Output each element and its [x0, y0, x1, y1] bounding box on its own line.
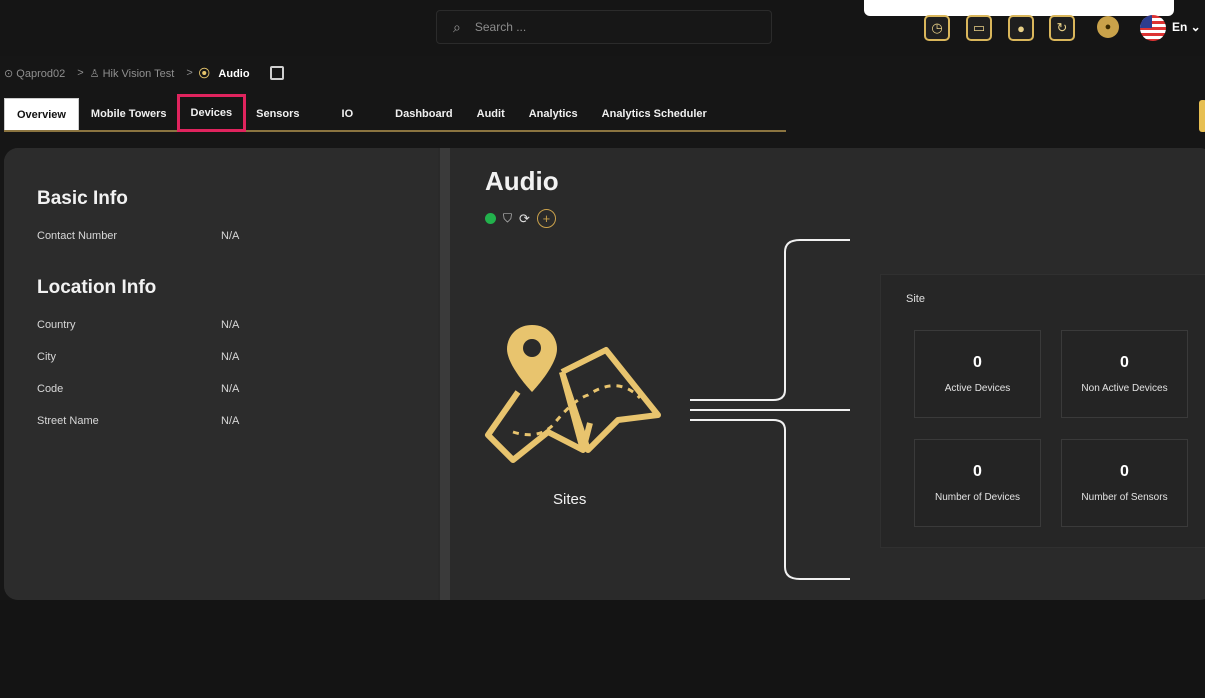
- basic-info-title: Basic Info: [37, 188, 128, 209]
- non-active-devices-card[interactable]: 0 Non Active Devices: [1061, 330, 1188, 418]
- street-name-value: N/A: [221, 415, 240, 427]
- tab-bar: Overview Mobile Towers Devices Sensors I…: [4, 94, 786, 132]
- number-of-sensors-label: Number of Sensors: [1081, 492, 1168, 503]
- search-icon: ⌕: [453, 18, 461, 35]
- country-value: N/A: [221, 319, 240, 331]
- tab-io[interactable]: IO: [330, 98, 384, 130]
- tab-audit[interactable]: Audit: [465, 98, 517, 130]
- tab-devices[interactable]: Devices: [176, 94, 247, 132]
- number-of-devices-card[interactable]: 0 Number of Devices: [914, 439, 1041, 527]
- code-value: N/A: [221, 383, 240, 395]
- tab-sensors[interactable]: Sensors: [244, 98, 329, 130]
- city-label: City: [37, 351, 56, 363]
- sites-label: Sites: [553, 491, 587, 508]
- popup-strip: [864, 0, 1174, 16]
- breadcrumb-item-root[interactable]: ⊙ Qaprod02: [4, 67, 71, 80]
- contact-number-value: N/A: [221, 230, 240, 242]
- page-title: Audio: [485, 166, 559, 196]
- country-label: Country: [37, 319, 76, 331]
- number-of-sensors-card[interactable]: 0 Number of Sensors: [1061, 439, 1188, 527]
- info-panel: [4, 148, 438, 600]
- avatar[interactable]: ●: [1097, 16, 1119, 38]
- site-connector-lines: [690, 239, 850, 580]
- breadcrumb-item-site[interactable]: ♙ Hik Vision Test: [90, 67, 181, 80]
- tab-mobile-towers[interactable]: Mobile Towers: [79, 98, 179, 130]
- non-active-devices-label: Non Active Devices: [1081, 383, 1168, 394]
- user-icon[interactable]: ●: [1008, 15, 1034, 41]
- code-label: Code: [37, 383, 64, 395]
- sync-icon[interactable]: ⟳: [519, 211, 530, 227]
- number-of-sensors-value: 0: [1120, 463, 1129, 480]
- location-info-title: Location Info: [37, 277, 157, 298]
- active-devices-label: Active Devices: [944, 383, 1011, 394]
- status-icons: ⛉ ⟳ +: [485, 209, 556, 228]
- monitor-icon[interactable]: ▭: [966, 15, 992, 41]
- side-chip[interactable]: [1199, 100, 1205, 132]
- map-icon: [485, 325, 661, 463]
- breadcrumb: ⊙ Qaprod02 > ♙ Hik Vision Test > ⦿ Audio: [4, 65, 290, 81]
- contact-number-label: Contact Number: [37, 230, 118, 242]
- tab-analytics-scheduler[interactable]: Analytics Scheduler: [590, 98, 719, 130]
- top-bar: ⌕ Search ... ◷ ▭ ● ↻ ● En ⌄: [0, 0, 1205, 56]
- refresh-icon[interactable]: ↻: [1049, 15, 1075, 41]
- add-icon[interactable]: +: [536, 209, 556, 228]
- copy-icon[interactable]: [269, 66, 284, 80]
- tab-analytics[interactable]: Analytics: [517, 98, 590, 130]
- non-active-devices-value: 0: [1120, 354, 1129, 371]
- city-value: N/A: [221, 351, 240, 363]
- active-devices-value: 0: [973, 354, 982, 371]
- online-status-icon: [485, 213, 496, 224]
- shield-icon[interactable]: ⛉: [503, 211, 512, 226]
- tab-overview[interactable]: Overview: [4, 98, 79, 130]
- site-box-label: Site: [906, 293, 925, 305]
- language-selector[interactable]: En ⌄: [1172, 20, 1201, 34]
- page-footer-area: [0, 600, 1205, 698]
- tab-dashboard[interactable]: Dashboard: [383, 98, 464, 130]
- street-name-label: Street Name: [37, 415, 99, 427]
- active-devices-card[interactable]: 0 Active Devices: [914, 330, 1041, 418]
- search-input[interactable]: ⌕ Search ...: [436, 10, 772, 44]
- language-label: En: [1172, 20, 1188, 34]
- breadcrumb-item-current: ⦿ Audio: [198, 68, 250, 80]
- breadcrumb-separator: >: [186, 67, 193, 79]
- breadcrumb-separator: >: [77, 67, 84, 79]
- search-placeholder: Search ...: [474, 20, 527, 34]
- clock-icon[interactable]: ◷: [924, 15, 950, 41]
- number-of-devices-label: Number of Devices: [934, 492, 1021, 503]
- panel-divider: [440, 148, 450, 600]
- us-flag-icon[interactable]: [1140, 15, 1166, 41]
- number-of-devices-value: 0: [973, 463, 982, 480]
